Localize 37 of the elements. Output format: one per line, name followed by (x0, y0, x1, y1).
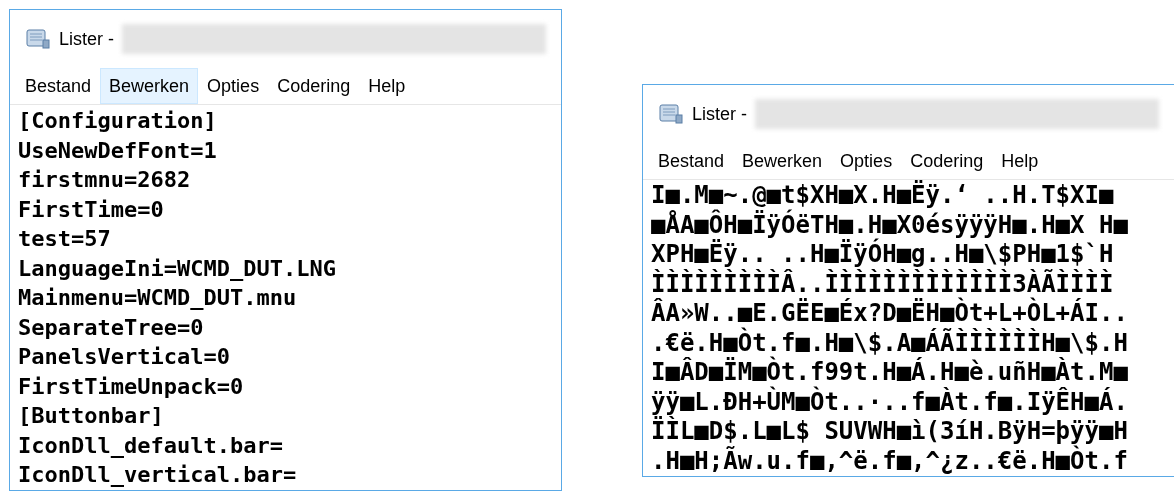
text-line: ÌÌÌÌÌÌÌÌÌÂ..ÌÌÌÌÌÌÌÌÌÌÌÌÌ3ÀÃÌÌÌÌ (651, 269, 1114, 298)
text-line: firstmnu=2682 (18, 166, 192, 194)
text-line: ■ÅA■ÔH■ÏÿÓëTH■.H■X0ésÿÿÿH■.H■X H■ (651, 210, 1129, 239)
text-line: LanguageIni=WCMD_DUT.LNG (18, 254, 337, 283)
menu-item[interactable]: Help (992, 143, 1048, 179)
menu-item[interactable]: Bestand (649, 143, 734, 179)
text-line: XPH■Ëÿ.. ..H■ÏÿÓH■g..H■\$PH■1$`H (651, 240, 1115, 269)
text-line: ÂA»W..■E.GËE■Éx?D■ËH■Òt+L+ÒL+ÁI.. (651, 299, 1129, 327)
text-line: FirstTimeUnpack=0 (18, 372, 245, 401)
menu-item[interactable]: Bewerken (100, 68, 199, 104)
text-line: I■.M■~.@■t$XH■X.H■Ëÿ.‘ ..H.T$XI■ (651, 181, 1115, 210)
text-line: ÏÌL■D$.L■L$ SUVWH■ì(3íH.BÿH=þÿÿ■H (651, 417, 1129, 446)
menu-item[interactable]: Help (359, 68, 415, 104)
text-line: .H■H;Ãw.u.f■,^ë.f■,^¿z..€ë.H■Òt.f (651, 446, 1129, 476)
window-title: Lister - (59, 27, 114, 51)
document-scroll-icon (26, 29, 50, 49)
window-title: Lister - (692, 102, 747, 126)
document-scroll-icon (659, 104, 683, 124)
text-line: IconDll_vertical.bar= (18, 461, 298, 489)
text-line: [Buttonbar] (18, 402, 165, 430)
menu-item[interactable]: Codering (268, 68, 360, 104)
text-line: PanelsVertical=0 (18, 343, 231, 371)
text-line: IconDll_default.bar= (18, 431, 284, 460)
text-line: I■ÂD■ÏM■Òt.f99t.H■Á.H■è.uñH■Àt.M■ (651, 358, 1129, 386)
text-line: ÿÿ■L.ÐH+ÙM■Òt..·..f■Àt.f■.IÿÊH■Á. (651, 387, 1129, 416)
menu-item[interactable]: Bestand (16, 68, 101, 104)
text-line: FirstTime=0 (18, 195, 165, 224)
text-line: test=57 (18, 225, 112, 253)
text-line: .€ë.H■Òt.f■.H■\$.A■ÁÃÌÌÌÌÌÌH■\$.H (651, 328, 1129, 357)
text-line: SeparateTree=0 (18, 313, 205, 342)
text-line: UseNewDefFont=1 (18, 136, 218, 165)
menu-item[interactable]: Codering (901, 143, 993, 179)
menu-item[interactable]: Opties (198, 68, 269, 104)
text-line: Mainmenu=WCMD_DUT.mnu (18, 284, 298, 312)
text-line: [Configuration] (18, 107, 218, 135)
menu-item[interactable]: Opties (831, 143, 902, 179)
menu-item[interactable]: Bewerken (733, 143, 832, 179)
